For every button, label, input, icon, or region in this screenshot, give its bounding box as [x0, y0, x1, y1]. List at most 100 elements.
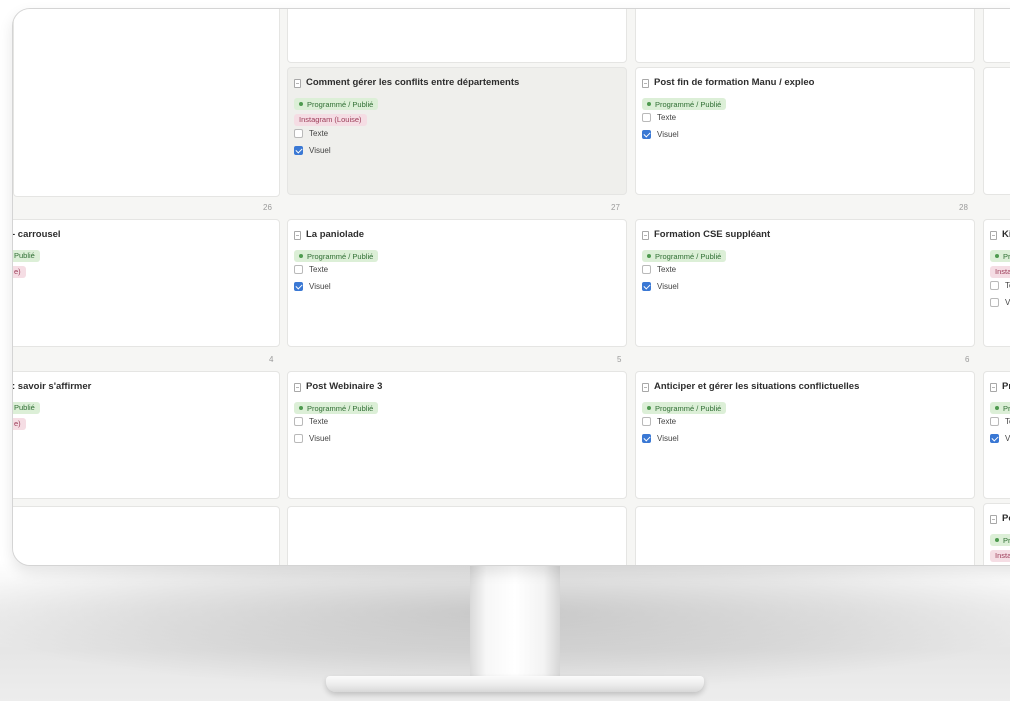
status-badge[interactable]: Publié: [13, 401, 40, 414]
document-icon: [990, 382, 997, 392]
visuel-checkbox-row[interactable]: Visuel: [294, 430, 622, 447]
status-dot-icon: [647, 254, 651, 258]
texte-checkbox[interactable]: [294, 129, 303, 138]
visuel-checkbox-row[interactable]: Vi: [990, 430, 1010, 447]
card-title: Pr: [990, 380, 1010, 394]
monitor-frame: Comment gérer les conflits entre départe…: [12, 8, 1010, 566]
channel-badge[interactable]: Insta: [990, 549, 1010, 562]
document-icon: [642, 230, 649, 240]
card-title: Anticiper et gérer les situations confli…: [642, 380, 970, 394]
visuel-checkbox[interactable]: [294, 434, 303, 443]
calendar-cell-empty[interactable]: [983, 9, 1010, 63]
document-icon: [990, 230, 997, 240]
visuel-checkbox-row[interactable]: Visuel: [294, 278, 622, 295]
calendar-card[interactable]: : savoir s'affirmer Publié e): [12, 371, 280, 499]
calendar-cell-empty[interactable]: [635, 9, 975, 63]
visuel-checkbox-row[interactable]: Visuel: [642, 126, 970, 143]
card-title: Post fin de formation Manu / expleo: [642, 76, 970, 90]
texte-checkbox[interactable]: [990, 281, 999, 290]
status-badge[interactable]: Programmé / Publié: [642, 98, 727, 110]
texte-checkbox-row[interactable]: Te: [990, 277, 1010, 294]
day-number: 5: [617, 355, 622, 364]
visuel-checkbox[interactable]: [642, 434, 651, 443]
status-dot-icon: [647, 406, 651, 410]
status-badge[interactable]: Programmé / Publié: [294, 250, 379, 262]
card-title: La paniolade: [294, 228, 622, 242]
monitor-stand: [470, 556, 560, 684]
texte-checkbox-row[interactable]: Texte: [642, 109, 970, 126]
day-number: 26: [263, 203, 272, 212]
texte-checkbox[interactable]: [294, 417, 303, 426]
texte-checkbox-row[interactable]: Texte: [294, 261, 622, 278]
status-badge[interactable]: Programmé / Publié: [642, 402, 727, 414]
calendar-board: Comment gérer les conflits entre départe…: [12, 9, 1010, 565]
card-title: Post Webinaire 3: [294, 380, 622, 394]
visuel-checkbox[interactable]: [642, 130, 651, 139]
channel-badge[interactable]: e): [13, 265, 26, 278]
card-title: Ki: [990, 228, 1010, 242]
card-title: Formation CSE suppléant: [642, 228, 970, 242]
calendar-card[interactable]: Post fin de formation Manu / expleo Prog…: [635, 67, 975, 195]
texte-checkbox-row[interactable]: Texte: [294, 413, 622, 430]
channel-badge[interactable]: Instagram (Louise): [294, 113, 367, 126]
calendar-cell-empty[interactable]: [287, 506, 627, 565]
visuel-checkbox-row[interactable]: Visuel: [642, 430, 970, 447]
texte-checkbox-row[interactable]: Texte: [294, 125, 622, 142]
channel-badge[interactable]: Insta: [990, 265, 1010, 278]
status-badge[interactable]: Publié: [13, 249, 40, 262]
visuel-checkbox[interactable]: [642, 282, 651, 291]
calendar-cell-empty[interactable]: [287, 9, 627, 63]
calendar-cell-empty[interactable]: [983, 67, 1010, 195]
calendar-cell-empty[interactable]: [635, 506, 975, 565]
calendar-card[interactable]: Pr Pr Te Vi: [983, 371, 1010, 499]
status-badge[interactable]: Pr: [990, 402, 1010, 414]
status-dot-icon: [995, 254, 999, 258]
calendar-card[interactable]: Anticiper et gérer les situations confli…: [635, 371, 975, 499]
visuel-checkbox[interactable]: [990, 298, 999, 307]
status-dot-icon: [299, 102, 303, 106]
day-number: 4: [269, 355, 274, 364]
calendar-card[interactable]: Comment gérer les conflits entre départe…: [287, 67, 627, 195]
visuel-checkbox-row[interactable]: Vi: [990, 294, 1010, 311]
channel-badge[interactable]: e): [13, 417, 26, 430]
texte-checkbox[interactable]: [642, 265, 651, 274]
calendar-card[interactable]: La paniolade Programmé / Publié Texte Vi…: [287, 219, 627, 347]
calendar-card[interactable]: Po Pr Insta: [983, 503, 1010, 565]
status-dot-icon: [299, 406, 303, 410]
status-badge[interactable]: Programmé / Publié: [294, 402, 379, 414]
visuel-checkbox[interactable]: [294, 146, 303, 155]
status-dot-icon: [995, 538, 999, 542]
status-dot-icon: [647, 102, 651, 106]
visuel-checkbox-row[interactable]: Visuel: [642, 278, 970, 295]
calendar-card[interactable]: Formation CSE suppléant Programmé / Publ…: [635, 219, 975, 347]
texte-checkbox-row[interactable]: Texte: [642, 261, 970, 278]
card-title: - carrousel: [12, 229, 61, 240]
card-title: Po: [990, 512, 1010, 526]
texte-checkbox[interactable]: [294, 265, 303, 274]
texte-checkbox-row[interactable]: Texte: [642, 413, 970, 430]
calendar-card[interactable]: - carrousel Publié e): [12, 219, 280, 347]
status-dot-icon: [995, 406, 999, 410]
day-number: 27: [611, 203, 620, 212]
monitor-stand-base: [326, 676, 704, 692]
document-icon: [294, 230, 301, 240]
visuel-checkbox-row[interactable]: Visuel: [294, 142, 622, 159]
document-icon: [642, 78, 649, 88]
visuel-checkbox[interactable]: [294, 282, 303, 291]
calendar-card[interactable]: Ki Pr Insta Te Vi: [983, 219, 1010, 347]
document-icon: [294, 78, 301, 88]
status-badge[interactable]: Programmé / Publié: [642, 250, 727, 262]
card-title: Comment gérer les conflits entre départe…: [294, 76, 622, 90]
texte-checkbox[interactable]: [642, 417, 651, 426]
document-icon: [642, 382, 649, 392]
card-title: : savoir s'affirmer: [12, 381, 92, 392]
calendar-card[interactable]: Post Webinaire 3 Programmé / Publié Text…: [287, 371, 627, 499]
status-dot-icon: [299, 254, 303, 258]
document-icon: [990, 514, 997, 524]
calendar-cell-empty[interactable]: [13, 506, 280, 565]
texte-checkbox-row[interactable]: Te: [990, 413, 1010, 430]
visuel-checkbox[interactable]: [990, 434, 999, 443]
calendar-cell-empty[interactable]: [13, 9, 280, 197]
texte-checkbox[interactable]: [990, 417, 999, 426]
texte-checkbox[interactable]: [642, 113, 651, 122]
